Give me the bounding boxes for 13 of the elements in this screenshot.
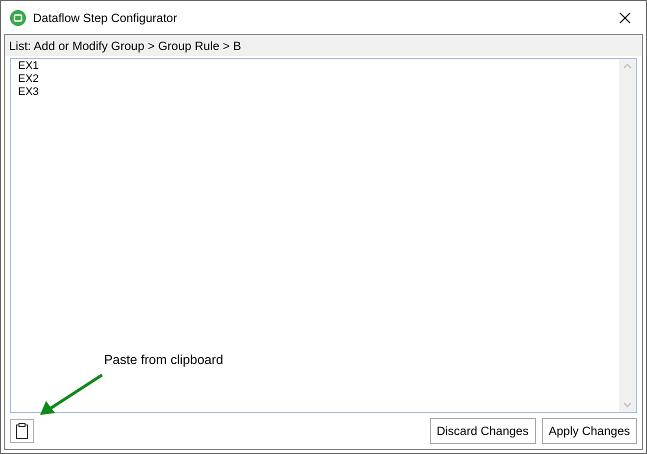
app-icon (10, 10, 26, 26)
annotation-arrow (38, 373, 104, 417)
window-title: Dataflow Step Configurator (33, 10, 178, 26)
annotation-label: Paste from clipboard (104, 351, 224, 369)
discard-button[interactable]: Discard Changes (430, 418, 536, 444)
clipboard-icon (16, 423, 28, 439)
paste-button[interactable] (10, 419, 34, 443)
close-icon (619, 12, 631, 24)
apply-button[interactable]: Apply Changes (542, 418, 637, 444)
breadcrumb-label: List: Add or Modify Group > Group Rule > B (9, 38, 242, 54)
scroll-up-icon[interactable] (623, 63, 632, 69)
scroll-down-icon[interactable] (623, 402, 632, 408)
scrollbar[interactable] (619, 59, 636, 412)
